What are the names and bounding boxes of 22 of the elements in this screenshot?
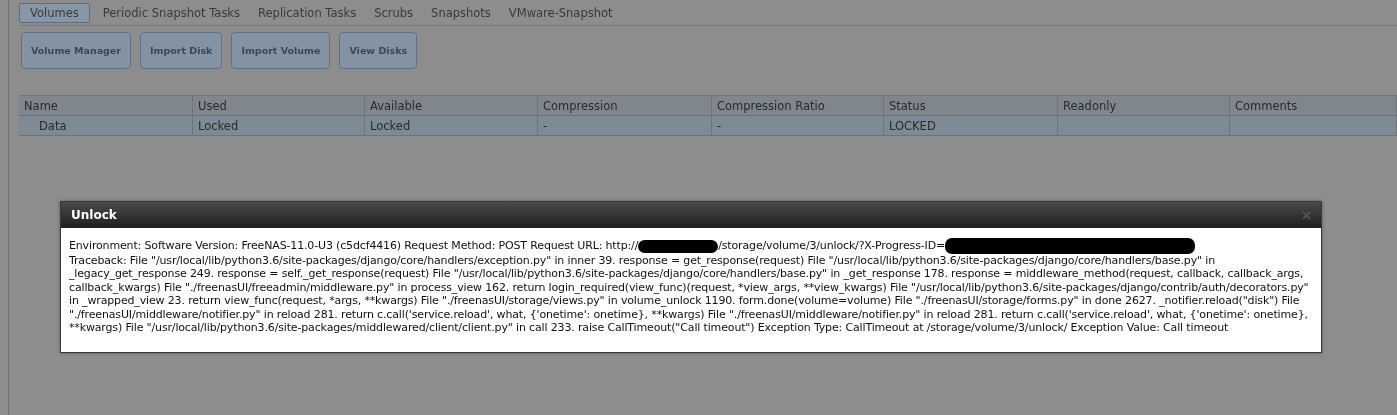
table-row[interactable]: Data Locked Locked - - LOCKED [19, 116, 1397, 136]
toolbar-button[interactable]: Import Volume [231, 32, 331, 69]
toolbar-button[interactable]: View Disks [339, 32, 418, 69]
tab[interactable]: Scrubs [369, 3, 419, 23]
message-text: /storage/volume/3/unlock/?X-Progress-ID= [718, 239, 946, 253]
close-icon[interactable] [1302, 210, 1311, 220]
toolbar-button[interactable]: Import Disk [140, 32, 223, 69]
table-cell: Data [39, 119, 67, 133]
message-text: Environment: Software Version: FreeNAS-11.0-U3 (c5dcf4416) Request Method: POST Request URL: http:// [69, 239, 639, 253]
tab[interactable]: Snapshots [426, 3, 496, 23]
table-cell: LOCKED [889, 119, 936, 133]
tab[interactable]: VMware-Snapshot [503, 3, 618, 23]
tab[interactable]: Periodic Snapshot Tasks [97, 3, 246, 23]
tab[interactable]: Replication Tasks [253, 3, 362, 23]
dialog-title: Unlock [71, 208, 117, 222]
table-cell: - [543, 119, 548, 133]
toolbar-button[interactable]: Volume Manager [21, 32, 131, 69]
message-text: Traceback: File "/usr/local/lib/python3.6/site-packages/django/core/handlers/exception.py" in inner 39. response = get_response(request) File "/usr/local/lib/python3.6/site-packages/django/core/handlers/base.py" in _legacy_get_response 249. response = self._get_response(request) File "/usr/local/lib/python3.6/site-packages/django/core/handlers/base.py" in _get_response 178. response = middleware_method(request, callback, callback_args, callback_kwargs) File "./freenasUI/freeadmin/middleware.py" in process_view 162. return login_required(view_func)(request, *view_args, **view_kwargs) File "/usr/local/lib/python3.6/site-packages/django/contrib/auth/decorators.py" in _wrapped_view 23. return view_func(request, *args, **kwargs) File "./freenasUI/storage/views.py" in volume_unlock 1190. form.done(volume=volume) File "./freenasUI/storage/forms.py" in done 2627. _notifier.reload("disk") File "./freenasUI/middleware/notifier.py" in reload 281. return c.call('service.reload', what, {'onetime': onetime}, **kwargs) File "./freenasUI/middleware/notifier.py" in reload 281. return c.call('service.reload', what, {'onetime': onetime}, **kwargs) File "/usr/local/lib/python3.6/site-packages/middlewared/client/client.py" in call 233. raise CallTimeout("Call timeout") Exception Type: CallTimeout at /storage/volume/3/unlock/ Exception Value: Call timeout [69, 254, 1310, 335]
table-cell: Locked [198, 119, 239, 133]
tab[interactable]: Volumes [19, 3, 90, 23]
table-cell: - [717, 119, 722, 133]
table-cell: Locked [370, 119, 411, 133]
